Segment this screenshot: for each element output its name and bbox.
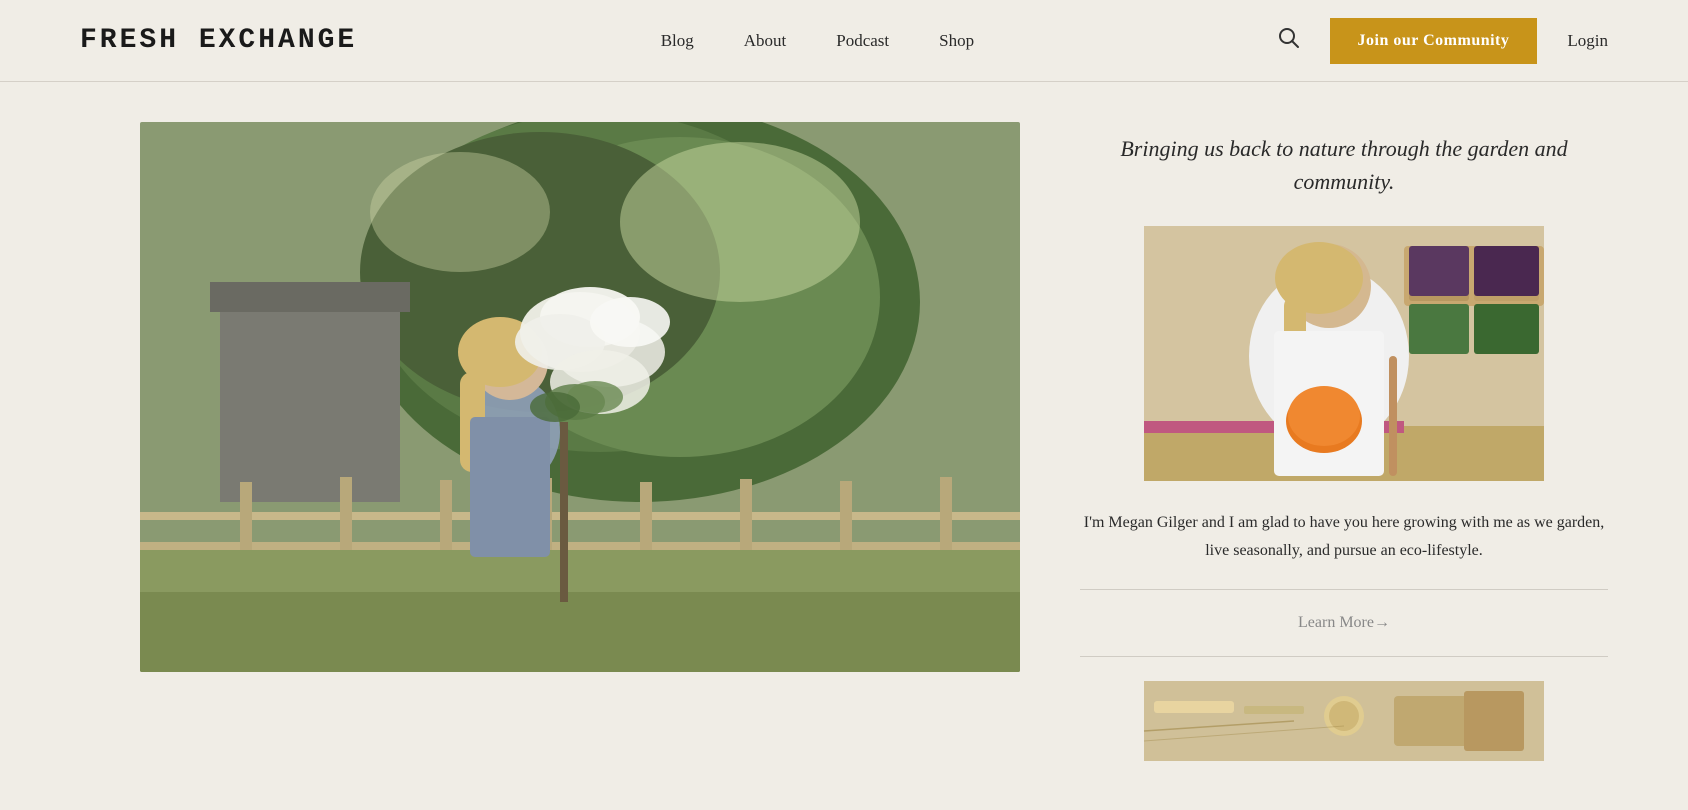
sidebar: Bringing us back to nature through the g… — [1080, 122, 1608, 761]
search-icon — [1278, 27, 1300, 49]
nav-link-shop[interactable]: Shop — [939, 31, 974, 50]
sidebar-divider-bottom — [1080, 656, 1608, 657]
login-link[interactable]: Login — [1567, 31, 1608, 51]
hero-image — [140, 122, 1020, 672]
sidebar-bottom-image-svg — [1080, 681, 1608, 761]
sidebar-divider — [1080, 589, 1608, 590]
nav-link-about[interactable]: About — [744, 31, 787, 50]
search-button[interactable] — [1278, 27, 1300, 55]
sidebar-bottom-image — [1080, 681, 1608, 761]
nav-link-podcast[interactable]: Podcast — [836, 31, 889, 50]
nav-item-about[interactable]: About — [744, 31, 787, 51]
join-community-button[interactable]: Join our Community — [1330, 18, 1538, 64]
nav-link-blog[interactable]: Blog — [661, 31, 694, 50]
sidebar-bio: I'm Megan Gilger and I am glad to have y… — [1080, 509, 1608, 565]
nav-item-podcast[interactable]: Podcast — [836, 31, 889, 51]
hero-image-svg — [140, 122, 1020, 672]
nav-links-list: Blog About Podcast Shop — [661, 31, 974, 51]
nav-item-blog[interactable]: Blog — [661, 31, 694, 51]
site-header: Fresh Exchange Blog About Podcast Shop J… — [0, 0, 1688, 82]
sidebar-image-svg — [1080, 226, 1608, 481]
site-logo[interactable]: Fresh Exchange — [80, 25, 357, 56]
sidebar-tagline: Bringing us back to nature through the g… — [1080, 132, 1608, 198]
learn-more-link[interactable]: Learn More→ — [1080, 614, 1608, 632]
sidebar-image — [1080, 226, 1608, 481]
header-right-actions: Join our Community Login — [1278, 18, 1608, 64]
nav-item-shop[interactable]: Shop — [939, 31, 974, 51]
main-nav: Blog About Podcast Shop — [661, 31, 974, 51]
main-content: Bringing us back to nature through the g… — [0, 82, 1688, 801]
